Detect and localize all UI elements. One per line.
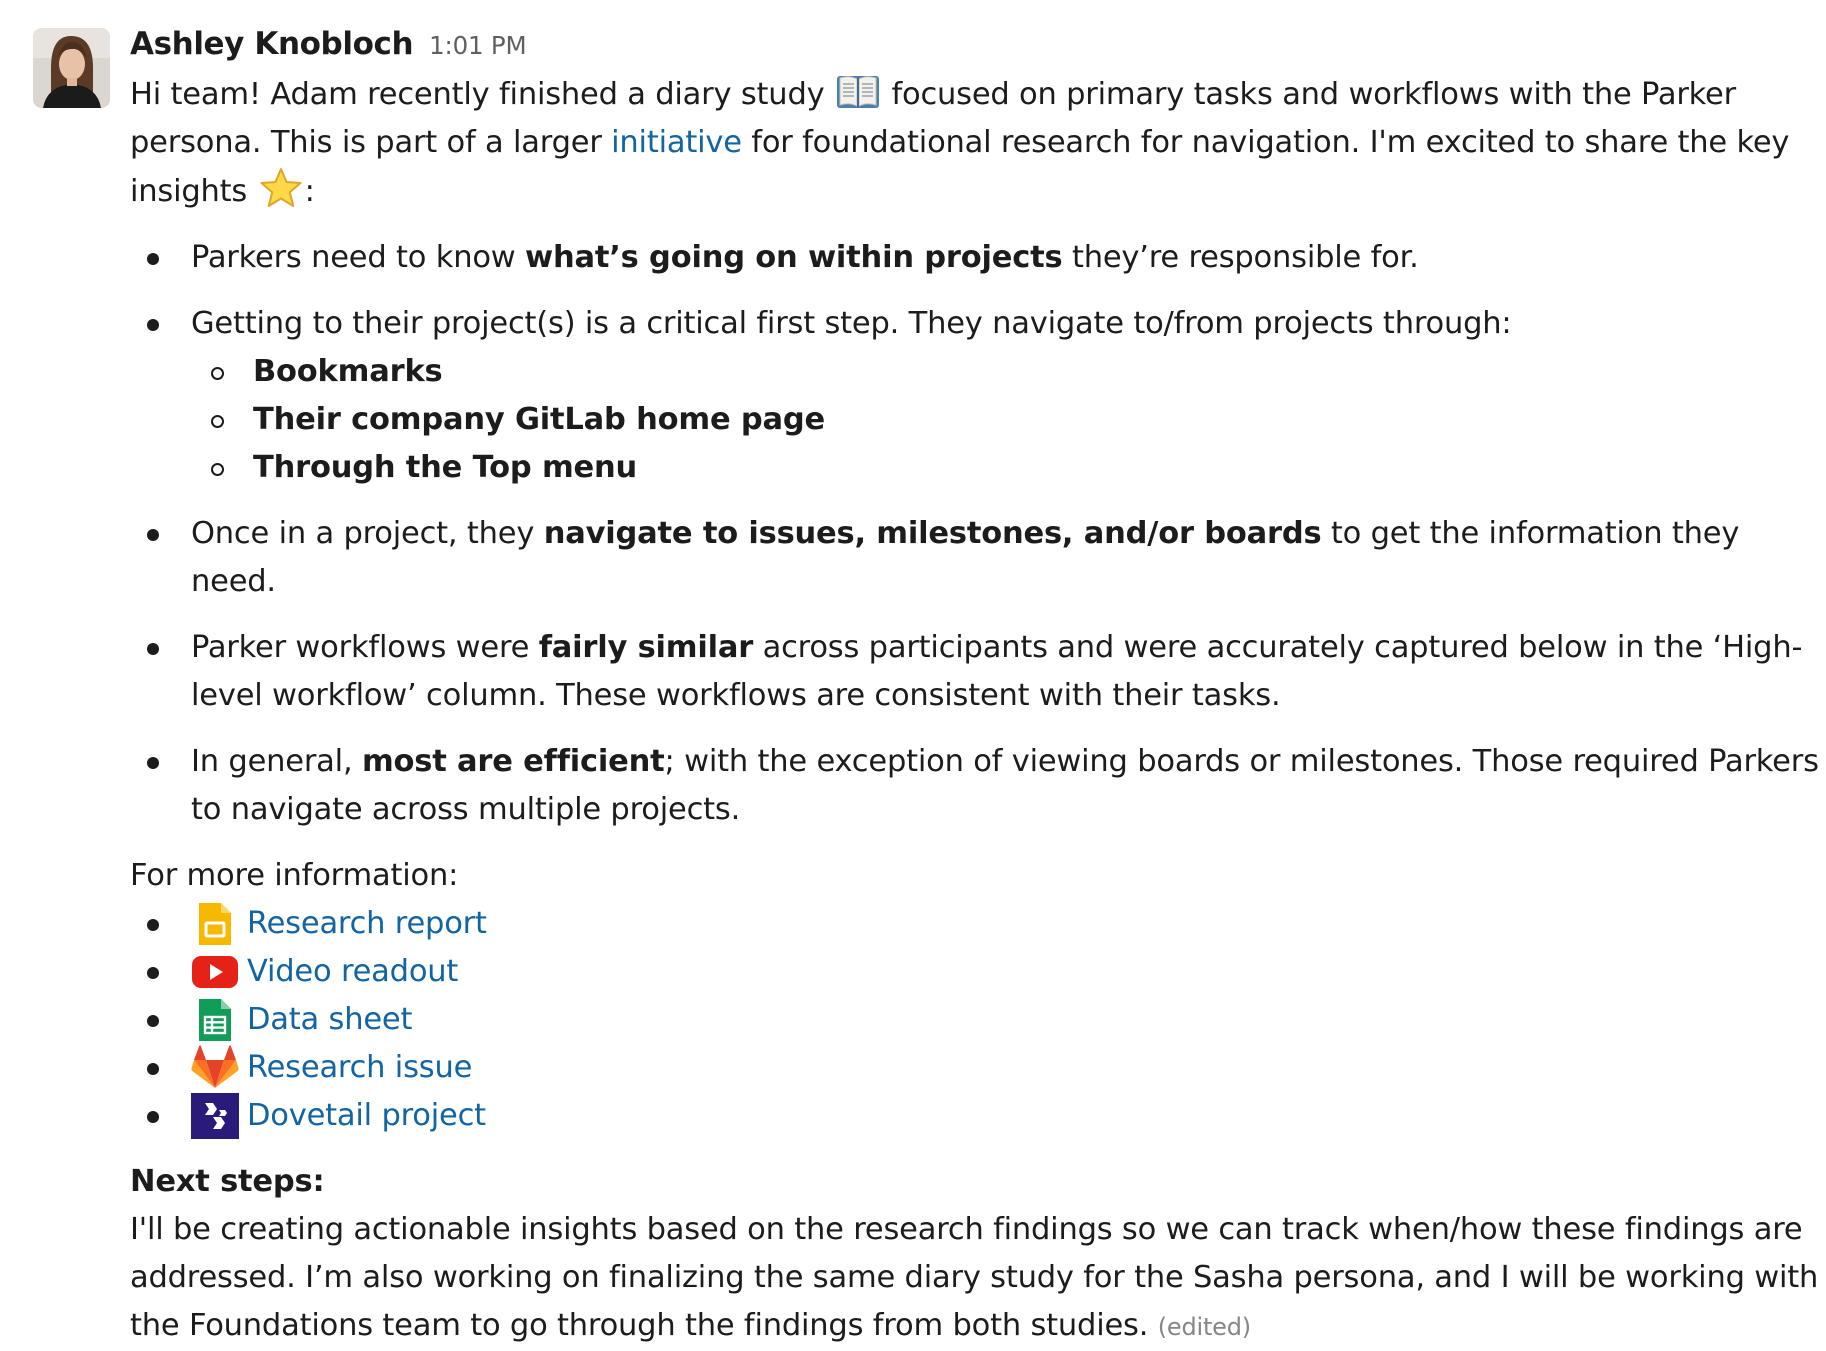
bullet-text: they’re responsible for. (1062, 240, 1419, 275)
data-sheet-link[interactable]: Data sheet (247, 996, 412, 1044)
list-item: Once in a project, they navigate to issu… (130, 510, 1820, 606)
bullet-bold-text: fairly similar (538, 630, 754, 665)
google-sheets-icon (191, 997, 239, 1043)
star-icon (257, 167, 305, 209)
sub-list-item: Bookmarks (191, 348, 1820, 396)
bullet-bold-text: navigate to issues, milestones, and/or b… (543, 516, 1322, 551)
resource-links-list: Research report Video readout Data sheet… (130, 900, 1820, 1140)
list-item: Research issue (130, 1044, 1820, 1092)
bullet-text: In general, (191, 744, 362, 779)
list-item: In general, most are efficient; with the… (130, 738, 1820, 834)
bullet-bold-text: what’s going on within projects (525, 240, 1063, 275)
slack-message: Ashley Knobloch 1:01 PM Hi team! Adam re… (0, 0, 1826, 1343)
edited-label: (edited) (1157, 1313, 1251, 1341)
dovetail-project-link[interactable]: Dovetail project (247, 1092, 486, 1140)
message-content: Ashley Knobloch 1:01 PM Hi team! Adam re… (130, 20, 1820, 1351)
author-name[interactable]: Ashley Knobloch (130, 20, 414, 68)
insights-list: Parkers need to know what’s going on wit… (130, 234, 1820, 834)
dovetail-icon (191, 1093, 239, 1139)
list-item: Research report (130, 900, 1820, 948)
list-item: Data sheet (130, 996, 1820, 1044)
next-steps-text: I'll be creating actionable insights bas… (130, 1212, 1819, 1343)
list-item: Parkers need to know what’s going on wit… (130, 234, 1820, 282)
avatar[interactable] (33, 28, 110, 108)
video-readout-link[interactable]: Video readout (247, 948, 458, 996)
list-item: Parker workflows were fairly similar acr… (130, 624, 1820, 720)
more-info-label: For more information: (130, 858, 459, 893)
next-steps-title: Next steps: (130, 1164, 325, 1199)
open-book-icon (834, 70, 882, 112)
bullet-text: Parkers need to know (191, 240, 526, 275)
next-steps-paragraph: I'll be creating actionable insights bas… (130, 1206, 1820, 1351)
bullet-text: Once in a project, they (191, 516, 544, 551)
youtube-icon (191, 949, 239, 995)
list-item: Getting to their project(s) is a critica… (130, 300, 1820, 492)
intro-paragraph: Hi team! Adam recently finished a diary … (130, 70, 1820, 216)
research-issue-link[interactable]: Research issue (247, 1044, 472, 1092)
intro-text-4: : (304, 174, 315, 209)
sub-list-item: Their company GitLab home page (191, 396, 1820, 444)
message-header: Ashley Knobloch 1:01 PM (130, 20, 1820, 70)
bullet-text: Getting to their project(s) is a critica… (191, 306, 1512, 341)
navigation-sublist: Bookmarks Their company GitLab home page… (191, 348, 1820, 492)
message-timestamp[interactable]: 1:01 PM (429, 22, 527, 70)
google-slides-icon (191, 901, 239, 947)
bullet-bold-text: most are efficient (361, 744, 665, 779)
initiative-link[interactable]: initiative (611, 125, 742, 160)
sub-list-item: Through the Top menu (191, 444, 1820, 492)
gitlab-icon (191, 1045, 239, 1091)
list-item: Video readout (130, 948, 1820, 996)
avatar-portrait-icon (33, 28, 110, 108)
research-report-link[interactable]: Research report (247, 900, 487, 948)
bullet-text: Parker workflows were (191, 630, 539, 665)
intro-text-1: Hi team! Adam recently finished a diary … (130, 77, 834, 112)
list-item: Dovetail project (130, 1092, 1820, 1140)
